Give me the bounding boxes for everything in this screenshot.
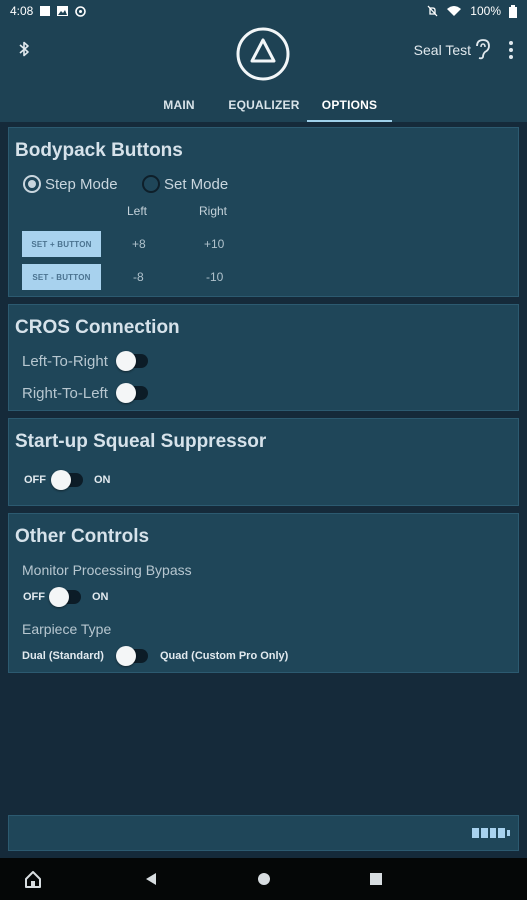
status-bar: 4:08 100% [0,0,527,22]
cros-connection-title: CROS Connection [15,317,180,338]
tab-equalizer[interactable]: EQUALIZER [222,88,306,122]
sim-icon [40,6,51,16]
squeal-suppressor-card: Start-up Squeal Suppressor OFF ON [8,418,519,506]
set-mode-radio[interactable]: Set Mode [142,175,228,193]
battery-percent: 100% [470,4,501,18]
squeal-off-label: OFF [24,474,46,486]
tab-main[interactable]: MAIN [148,88,210,122]
settings-icon [75,5,87,17]
radio-selected-icon [23,175,41,193]
switch-knob [49,587,69,607]
monitor-bypass-switch[interactable] [49,587,81,607]
right-to-left-label: Right-To-Left [22,385,108,402]
logo-icon [236,27,290,81]
radio-unselected-icon [142,175,160,193]
earpiece-type-label: Earpiece Type [22,621,112,637]
home-circle-icon[interactable] [254,869,274,889]
column-right-header: Right [199,204,228,218]
set-minus-left-value: -8 [133,270,144,284]
switch-knob [116,383,136,403]
bypass-on-label: ON [92,591,109,603]
set-minus-right-value: -10 [206,270,224,284]
earpiece-quad-label: Quad (Custom Pro Only) [160,650,289,662]
tab-bar: MAIN EQUALIZER OPTIONS [0,88,527,122]
footer-bar [8,815,519,851]
switch-knob [116,646,136,666]
earpiece-dual-label: Dual (Standard) [22,650,104,662]
bodypack-buttons-card: Bodypack Buttons Step Mode Set Mode Left… [8,127,519,297]
wifi-icon [447,6,462,16]
switch-knob [51,470,71,490]
other-controls-title: Other Controls [15,526,150,547]
bodypack-buttons-title: Bodypack Buttons [15,140,183,161]
squeal-on-label: ON [94,474,111,486]
ear-icon[interactable] [473,38,491,60]
set-minus-button[interactable]: SET - BUTTON [22,264,101,290]
cros-connection-card: CROS Connection Left-To-Right Right-To-L… [8,304,519,411]
photo-icon [57,6,69,16]
set-plus-button[interactable]: SET + BUTTON [22,231,101,257]
left-to-right-label: Left-To-Right [22,353,108,370]
step-mode-radio[interactable]: Step Mode [23,175,118,193]
system-nav-bar [0,858,527,900]
battery-icon [509,4,517,18]
squeal-suppressor-title: Start-up Squeal Suppressor [15,431,267,452]
tab-options[interactable]: OPTIONS [307,88,392,122]
set-plus-left-value: +8 [132,237,146,251]
device-name: Seal Test [413,42,471,58]
set-mode-label: Set Mode [164,175,229,193]
more-vert-icon[interactable] [507,40,515,60]
recents-icon[interactable] [366,869,386,889]
set-plus-right-value: +10 [204,237,225,251]
step-mode-label: Step Mode [45,175,118,193]
right-to-left-switch[interactable] [116,383,148,403]
column-left-header: Left [127,204,148,218]
app-header: Seal Test MAIN EQUALIZER OPTIONS [0,22,527,122]
status-time: 4:08 [10,4,34,18]
back-icon[interactable] [142,869,162,889]
mute-icon [427,5,438,17]
squeal-suppressor-switch[interactable] [51,470,83,490]
bluetooth-icon[interactable] [16,40,32,58]
other-controls-card: Other Controls Monitor Processing Bypass… [8,513,519,673]
switch-knob [116,351,136,371]
monitor-bypass-label: Monitor Processing Bypass [22,562,192,578]
home-icon[interactable] [23,869,43,889]
left-to-right-switch[interactable] [116,351,148,371]
bypass-off-label: OFF [23,591,45,603]
battery-level-icon [472,826,511,840]
earpiece-type-switch[interactable] [116,646,148,666]
